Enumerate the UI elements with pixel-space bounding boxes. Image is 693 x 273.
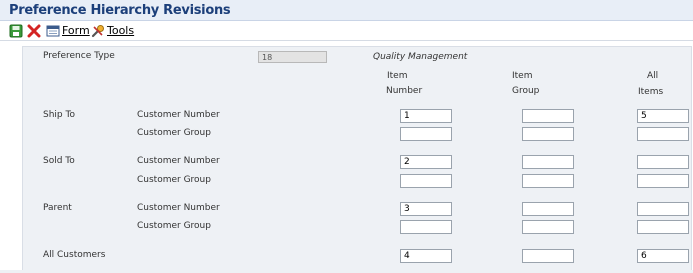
parent-customer-group-label: Customer Group xyxy=(137,221,211,231)
parent-customer-group-item-group-input[interactable] xyxy=(522,220,574,234)
ship-to-customer-number-item-group-input[interactable] xyxy=(522,109,574,123)
column-item-number-line1: Item xyxy=(387,71,408,81)
sold-to-customer-number-all-items-input[interactable] xyxy=(637,155,689,169)
row-all-customers-label: All Customers xyxy=(43,250,106,260)
ship-to-customer-number-item-number-input[interactable]: 1 xyxy=(400,109,452,123)
tools-menu-icon[interactable] xyxy=(91,23,105,38)
column-item-group-line2: Group xyxy=(512,86,540,96)
tools-menu-label: Tools xyxy=(107,24,135,37)
tools-menu-button[interactable]: Tools xyxy=(107,24,134,37)
row-parent-label: Parent xyxy=(43,203,72,213)
all-customers-item-group-input[interactable] xyxy=(522,249,574,263)
toolbar: Form Tools xyxy=(0,21,693,41)
row-sold-to-label: Sold To xyxy=(43,156,75,166)
column-all-items-line2: Items xyxy=(638,87,664,97)
column-item-number-line2: Number xyxy=(386,86,423,96)
form-panel xyxy=(22,46,692,273)
sold-to-customer-group-item-group-input[interactable] xyxy=(522,174,574,188)
form-menu-label: Form xyxy=(62,24,90,37)
preference-type-description: Quality Management xyxy=(373,52,468,62)
all-customers-all-items-input[interactable]: 6 xyxy=(637,249,689,263)
form-menu-icon[interactable] xyxy=(46,23,60,37)
parent-customer-number-item-group-input[interactable] xyxy=(522,202,574,216)
all-customers-item-number-input[interactable]: 4 xyxy=(400,249,452,263)
sold-to-customer-group-item-number-input[interactable] xyxy=(400,174,452,188)
parent-customer-group-item-number-input[interactable] xyxy=(400,220,452,234)
save-icon[interactable] xyxy=(9,23,23,38)
sold-to-customer-group-label: Customer Group xyxy=(137,175,211,185)
ship-to-customer-group-item-group-input[interactable] xyxy=(522,127,574,141)
ship-to-customer-group-all-items-input[interactable] xyxy=(637,127,689,141)
preference-type-field: 18 xyxy=(258,51,327,63)
ship-to-customer-number-label: Customer Number xyxy=(137,110,220,120)
ship-to-customer-group-item-number-input[interactable] xyxy=(400,127,452,141)
column-all-items-line1: All xyxy=(647,71,659,81)
form-menu-button[interactable]: Form xyxy=(62,24,90,37)
ship-to-customer-group-label: Customer Group xyxy=(137,128,211,138)
column-item-group-line1: Item xyxy=(512,71,533,81)
cancel-icon[interactable] xyxy=(27,23,41,38)
parent-customer-group-all-items-input[interactable] xyxy=(637,220,689,234)
sold-to-customer-number-item-number-input[interactable]: 2 xyxy=(400,155,452,169)
page-title: Preference Hierarchy Revisions xyxy=(9,3,231,18)
parent-customer-number-label: Customer Number xyxy=(137,203,220,213)
ship-to-customer-number-all-items-input[interactable]: 5 xyxy=(637,109,689,123)
parent-customer-number-item-number-input[interactable]: 3 xyxy=(400,202,452,216)
sold-to-customer-number-label: Customer Number xyxy=(137,156,220,166)
parent-customer-number-all-items-input[interactable] xyxy=(637,202,689,216)
sold-to-customer-group-all-items-input[interactable] xyxy=(637,174,689,188)
row-ship-to-label: Ship To xyxy=(43,110,75,120)
preference-type-label: Preference Type xyxy=(43,51,115,61)
title-bar: Preference Hierarchy Revisions xyxy=(0,0,693,21)
sold-to-customer-number-item-group-input[interactable] xyxy=(522,155,574,169)
